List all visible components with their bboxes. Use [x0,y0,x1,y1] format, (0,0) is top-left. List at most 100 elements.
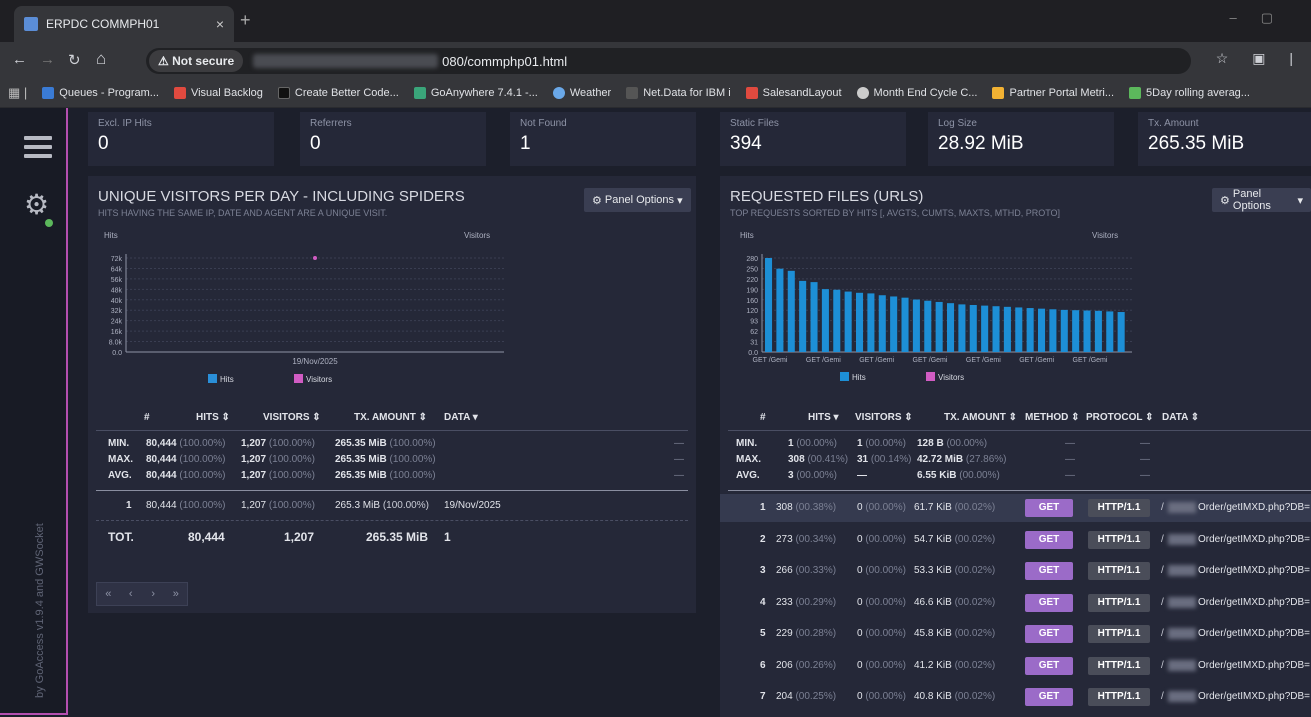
bookmark-item[interactable]: Create Better Code... [277,86,399,99]
method-badge[interactable]: GET [1025,688,1073,706]
stat-hits: 1 (00.00%) [788,438,837,449]
total-visitors: 1,207 [284,530,315,544]
stat-tx: 42.72 MiB (27.86%) [917,454,1007,465]
protocol-badge[interactable]: HTTP/1.1 [1088,499,1150,517]
bookmark-item[interactable]: SalesandLayout [745,86,842,99]
visitors-value: — [857,470,867,481]
first-page-button[interactable]: « [97,588,120,600]
col-visitors[interactable]: VISITORS ⇕ [855,412,913,423]
new-tab-icon[interactable]: + [240,10,251,31]
last-page-button[interactable]: » [165,588,188,600]
row-hits: 233 (00.29%) [776,597,836,608]
col-data-label: DATA [444,412,470,423]
bookmark-item[interactable]: Visual Backlog [173,86,263,99]
row-data[interactable]: Order/getIMXD.php?DB= [1198,502,1310,513]
panel-options-button[interactable]: ⚙ Panel Options ▾ [1212,188,1311,212]
bookmark-star-icon[interactable]: ☆ ▣ | [1216,50,1303,67]
row-data[interactable]: Order/getIMXD.php?DB= [1198,660,1310,671]
visitors-value: 1,207 [241,454,267,465]
table-row[interactable]: 7 204 (00.25%) 0 (00.00%) 40.8 KiB (00.02%)… [720,683,1311,711]
protocol-badge[interactable]: HTTP/1.1 [1088,593,1150,612]
window-controls[interactable]: –▢ [1229,10,1297,26]
row-data[interactable]: Order/getIMXD.php?DB= [1198,534,1310,545]
protocol-badge[interactable]: HTTP/1.1 [1088,530,1150,549]
col-visitors[interactable]: VISITORS ⇕ [263,412,321,423]
method-badge[interactable]: GET [1025,625,1073,643]
protocol-badge[interactable]: HTTP/1.1 [1088,688,1150,706]
gear-icon[interactable]: ⚙ [24,188,49,221]
table-row[interactable]: 2 273 (00.34%) 0 (00.00%) 54.7 KiB (00.02%)… [720,526,1311,554]
row-data[interactable]: Order/getIMXD.php?DB= [1198,565,1310,576]
bookmark-icon [745,86,758,99]
bookmark-item[interactable]: GoAnywhere 7.4.1 -... [413,86,538,99]
next-page-button[interactable]: › [142,588,165,600]
hits-value: 80,444 [146,454,177,465]
bookmark-item[interactable]: Queues - Program... [42,86,159,99]
table-row[interactable]: 5 229 (00.28%) 0 (00.00%) 45.8 KiB (00.02%)… [720,620,1311,648]
col-tx-amount[interactable]: TX. AMOUNT ⇕ [944,412,1017,423]
row-data[interactable]: Order/getIMXD.php?DB= [1198,691,1310,702]
sidebar-footer: by GoAccess v1.9.4 and GWSocket [34,523,46,698]
tx-pct: (00.02%) [954,565,996,576]
method-badge[interactable]: GET [1025,499,1073,517]
bookmark-item[interactable]: Weather [552,86,611,99]
method-badge[interactable]: GET [1025,562,1073,580]
method-badge[interactable]: GET [1025,656,1073,675]
visitors-value: 1,207 [241,438,267,449]
total-divider [96,520,688,521]
stat-visitors: 1,207 (100.00%) [241,438,315,449]
table-row[interactable]: 4 233 (00.29%) 0 (00.00%) 46.6 KiB (00.02%)… [720,589,1311,617]
forward-icon[interactable]: → [40,51,55,68]
card-value: 394 [730,133,762,154]
table-row[interactable]: 6 206 (00.26%) 0 (00.00%) 41.2 KiB (00.02%)… [720,652,1311,680]
gear-icon: ⚙ [592,194,605,207]
row-data[interactable]: Order/getIMXD.php?DB= [1198,628,1310,639]
protocol-badge[interactable]: HTTP/1.1 [1088,656,1150,675]
x-tick-label: 19/Nov/2025 [292,357,338,366]
redacted-path [1168,565,1196,576]
address-input[interactable]: ⚠ Not secure 080/commphp01.html [146,48,1191,74]
card-value: 1 [520,133,531,154]
browser-tab[interactable]: ERPDC COMMPH01 × [14,6,234,42]
table-row[interactable]: 3 266 (00.33%) 0 (00.00%) 53.3 KiB (00.02%)… [720,557,1311,585]
row-data[interactable]: Order/getIMXD.php?DB= [1198,597,1310,608]
not-secure-badge[interactable]: ⚠ Not secure [149,50,244,72]
protocol-badge[interactable]: HTTP/1.1 [1088,625,1150,643]
bookmark-item[interactable]: Net.Data for IBM i [626,86,731,99]
protocol-badge[interactable]: HTTP/1.1 [1088,562,1150,580]
y-tick-label: 120 [746,308,758,315]
bookmark-item[interactable]: 5Day rolling averag... [1129,86,1250,99]
table-row[interactable]: 1 308 (00.38%) 0 (00.00%) 61.7 KiB (00.02%)… [720,494,1311,522]
close-tab-icon[interactable]: × [216,16,224,32]
panel-title: REQUESTED FILES (URLS) [730,188,924,205]
home-icon[interactable]: ⌂ [96,49,106,69]
prev-page-button[interactable]: ‹ [120,588,143,600]
col-data[interactable]: DATA ⇕ [1162,412,1199,423]
x-tick-label: GET /Gemi [806,357,841,364]
bookmark-item[interactable]: Partner Portal Metri... [992,86,1114,99]
method-badge[interactable]: GET [1025,530,1073,549]
method-badge[interactable]: GET [1025,593,1073,612]
panel-options-button[interactable]: ⚙ Panel Options ▾ [584,188,691,212]
col-protocol[interactable]: PROTOCOL ⇕ [1086,412,1153,423]
redacted-path [1168,659,1196,671]
stat-hits: 80,444 (100.00%) [146,454,226,465]
col-hits[interactable]: HITS ⇕ [196,412,230,423]
stat-hits: 3 (00.00%) [788,470,837,481]
row-tx: 46.6 KiB (00.02%) [914,597,995,608]
bookmark-item[interactable]: Month End Cycle C... [856,86,977,99]
row-num: 7 [760,691,766,702]
menu-icon[interactable] [24,136,52,163]
col-hits[interactable]: HITS ▾ [808,412,839,423]
back-icon[interactable]: ← [12,51,27,68]
stat-protocol-dash: — [1140,438,1150,449]
header-divider [728,430,1311,431]
tx-value: 45.8 KiB [914,628,952,639]
col-data[interactable]: DATA ▾ [444,412,478,423]
reload-icon[interactable]: ↻ [68,51,81,69]
card-value: 0 [310,133,321,154]
col-tx-amount[interactable]: TX. AMOUNT ⇕ [354,412,427,423]
apps-grid-icon[interactable]: ▦ | [8,85,27,101]
weather-icon [552,86,565,99]
col-method[interactable]: METHOD ⇕ [1025,412,1080,423]
